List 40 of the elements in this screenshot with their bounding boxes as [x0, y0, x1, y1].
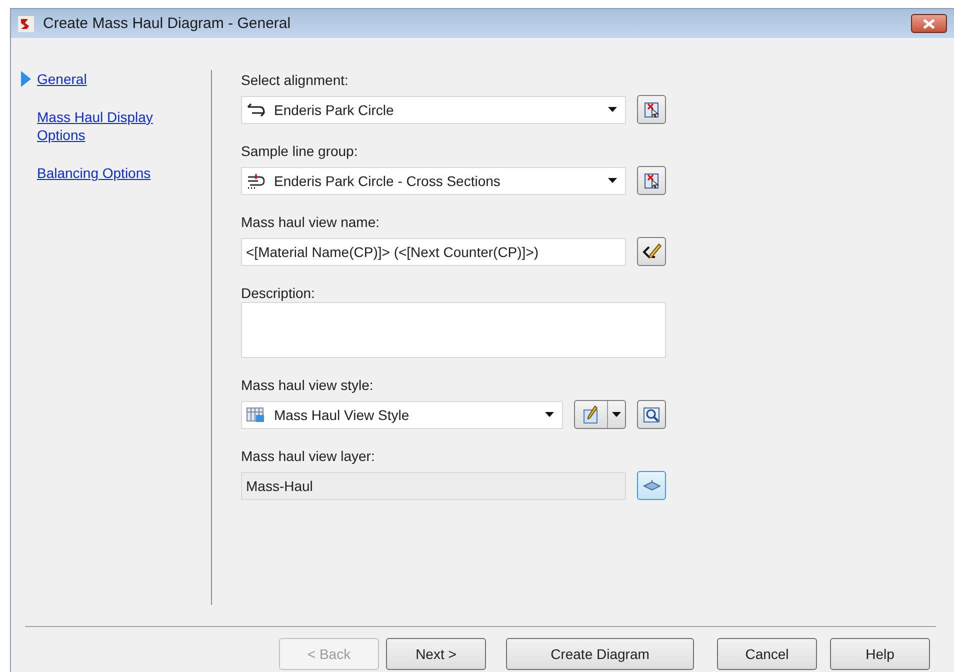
pick-icon [642, 100, 660, 118]
window-title: Create Mass Haul Diagram - General [43, 15, 292, 32]
edit-style-icon [582, 404, 600, 424]
edit-name-icon [642, 242, 662, 260]
layer-icon [642, 480, 660, 492]
step-link[interactable]: General [37, 70, 167, 88]
field-label: Description: [241, 285, 316, 301]
pick-button[interactable] [637, 95, 666, 124]
sample-lines-icon [246, 172, 266, 188]
description-field[interactable] [241, 302, 666, 358]
dropdown-field[interactable]: Enderis Park Circle [241, 96, 626, 124]
pick-icon [642, 172, 660, 190]
dropdown-field[interactable]: Enderis Park Circle - Cross Sections [241, 166, 626, 194]
field-label: Mass haul view layer: [241, 448, 376, 464]
close-button[interactable] [911, 14, 947, 33]
dialog-button[interactable]: Next > [386, 638, 486, 670]
grid-icon [246, 406, 266, 422]
text-field[interactable]: <[Material Name(CP)]> (<[Next Counter(CP)]>) [241, 238, 626, 266]
preview-icon [642, 406, 660, 424]
field-label: Mass haul view name: [241, 214, 381, 230]
dropdown-field[interactable]: Mass Haul View Style [241, 400, 563, 428]
step-link[interactable]: Balancing Options [37, 164, 167, 182]
alignment-icon [246, 102, 266, 116]
edit-style-split-button[interactable] [574, 400, 626, 429]
field-label: Mass haul view style: [241, 377, 374, 393]
edit-name-button[interactable] [637, 237, 666, 266]
caret-icon [612, 412, 621, 417]
close-icon [923, 18, 935, 28]
preview-button[interactable] [637, 400, 666, 429]
caret-icon [545, 412, 554, 417]
app-icon [17, 14, 35, 32]
dialog-button[interactable]: Cancel [717, 638, 817, 670]
caret-icon [608, 178, 617, 183]
caret-icon [608, 107, 617, 112]
dialog-button[interactable]: Create Diagram [506, 638, 694, 670]
pick-button[interactable] [637, 166, 666, 195]
step-link[interactable]: Mass Haul Display Options [37, 108, 167, 144]
field-label: Select alignment: [241, 72, 350, 88]
field-label: Sample line group: [241, 143, 359, 159]
dialog-button[interactable]: Help [830, 638, 930, 670]
